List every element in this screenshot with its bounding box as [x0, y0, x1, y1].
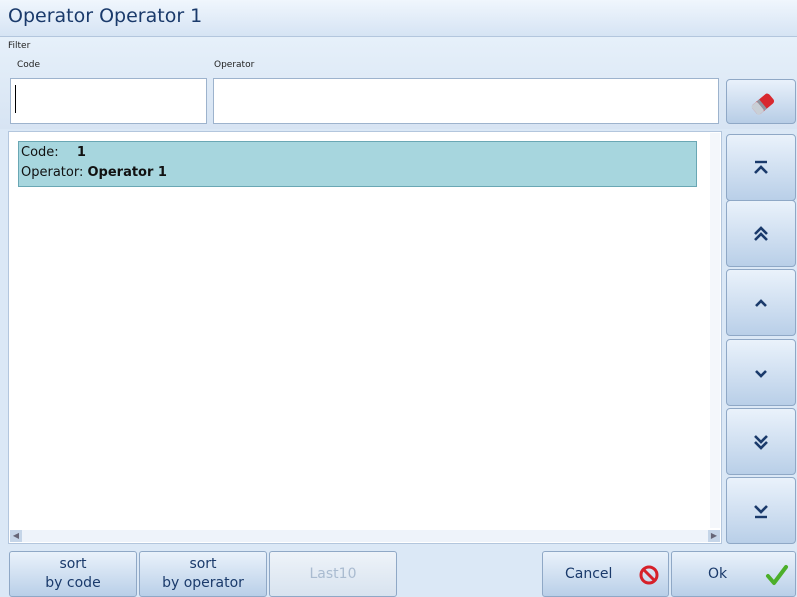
filter-panel: Filter Code Operator [0, 37, 797, 129]
operator-filter-input[interactable] [213, 78, 719, 124]
sort-by-operator-button[interactable]: sort by operator [139, 551, 267, 597]
code-label: Code [17, 60, 41, 70]
sort-operator-line2: by operator [162, 575, 244, 591]
cancel-button[interactable]: Cancel [542, 551, 669, 597]
page-down-button[interactable] [726, 408, 796, 475]
scroll-left-icon[interactable]: ◀ [10, 530, 22, 542]
checkmark-icon [766, 565, 788, 585]
sort-code-line1: sort [59, 556, 87, 572]
scroll-right-icon[interactable]: ▶ [708, 530, 720, 542]
scroll-down-button[interactable] [726, 339, 796, 406]
first-item-button[interactable] [726, 134, 796, 201]
cancel-label: Cancel [565, 566, 613, 582]
code-filter-input[interactable] [10, 78, 207, 124]
page-down-icon [754, 434, 768, 450]
last-item-button[interactable] [726, 477, 796, 544]
vertical-scrollbar[interactable] [710, 133, 720, 528]
up-icon [755, 298, 767, 307]
item-operator-value: Operator 1 [87, 165, 167, 180]
ok-label: Ok [708, 566, 728, 582]
horizontal-scrollbar[interactable]: ◀ ▶ [10, 530, 720, 542]
list-item[interactable]: Code: 1 Operator: Operator 1 [18, 141, 697, 187]
sort-code-line2: by code [45, 575, 101, 591]
item-code-value: 1 [76, 145, 86, 160]
page-up-button[interactable] [726, 200, 796, 267]
scroll-up-button[interactable] [726, 269, 796, 336]
last10-button[interactable]: Last10 [269, 551, 397, 597]
page-up-icon [754, 225, 768, 241]
operator-label: Operator [214, 60, 255, 70]
last-icon [754, 504, 768, 518]
window-title: Operator Operator 1 [8, 5, 203, 27]
title-bar: Operator Operator 1 [0, 0, 797, 37]
ok-button[interactable]: Ok [671, 551, 796, 597]
clear-filter-button[interactable] [726, 79, 796, 124]
sort-operator-line1: sort [189, 556, 217, 572]
text-caret [15, 85, 16, 113]
last10-label: Last10 [309, 566, 357, 582]
first-icon [754, 160, 768, 174]
eraser-icon [751, 93, 775, 115]
item-operator-label: Operator: [21, 165, 84, 180]
operator-list[interactable]: Code: 1 Operator: Operator 1 ◀ ▶ [8, 131, 722, 544]
sort-by-code-button[interactable]: sort by code [9, 551, 137, 597]
filter-section-label: Filter [8, 41, 31, 51]
item-code-label: Code: [21, 145, 59, 160]
down-icon [755, 369, 767, 378]
cancel-icon [639, 565, 659, 585]
